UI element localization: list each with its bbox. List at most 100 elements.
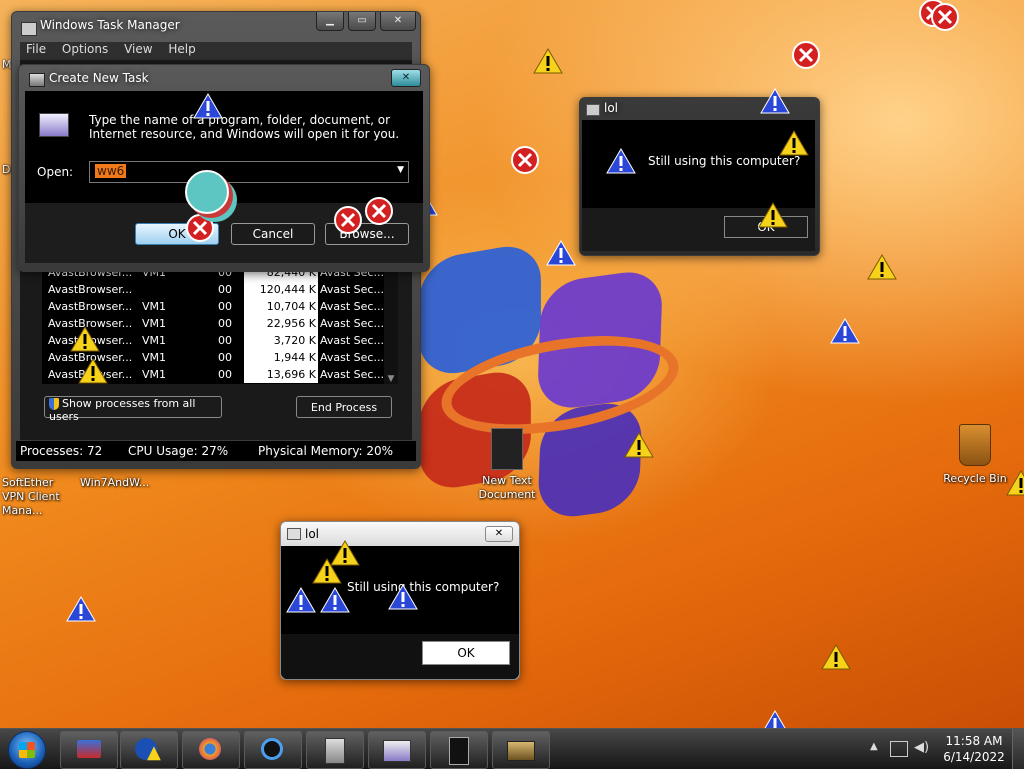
- dialog-message: Still using this computer?: [347, 580, 500, 594]
- calculator-icon: [325, 738, 345, 764]
- open-label: Open:: [37, 165, 74, 179]
- table-row[interactable]: AvastBrowser... 00 120,444 K Avast Sec...: [42, 281, 394, 298]
- desktop-icon-label: New Text Document: [478, 474, 536, 501]
- open-combobox[interactable]: ww6 ▼: [89, 161, 409, 183]
- scrollbar[interactable]: ▼: [384, 264, 398, 384]
- process-description-cell: Avast Sec...: [320, 317, 384, 330]
- clock-date: 6/14/2022: [943, 750, 1005, 764]
- process-description-cell: Avast Sec...: [320, 334, 384, 347]
- info-warning-icon: [546, 240, 576, 266]
- network-icon[interactable]: [890, 741, 908, 757]
- end-process-button[interactable]: End Process: [296, 396, 392, 418]
- info-warning-icon: [286, 587, 316, 613]
- process-memory-cell: 22,956 K: [244, 315, 318, 332]
- taskbar-media-player[interactable]: ▲: [120, 731, 178, 769]
- menu-help[interactable]: Help: [168, 42, 195, 56]
- app-icon: [586, 104, 600, 116]
- status-cpu: CPU Usage: 27%: [128, 444, 229, 458]
- ok-button[interactable]: OK: [422, 641, 510, 665]
- info-warning-icon: [764, 710, 786, 728]
- error-icon: [931, 3, 959, 31]
- start-button[interactable]: [8, 731, 46, 769]
- run-icon: [383, 740, 411, 762]
- app-icon: [287, 528, 301, 540]
- notepad-icon: [449, 737, 469, 765]
- desktop-icon-win7andw[interactable]: Win7AndW...: [80, 476, 160, 490]
- shield-icon: [49, 398, 59, 410]
- process-name-cell: AvastBrowser...: [48, 283, 133, 296]
- warning-icon: [533, 48, 563, 74]
- explorer-icon: [77, 740, 101, 758]
- warning-icon: [758, 202, 788, 228]
- run-icon: [29, 73, 45, 87]
- close-button[interactable]: ✕: [485, 526, 513, 542]
- dialog-title: lol: [604, 101, 619, 115]
- minimize-button[interactable]: ▁: [316, 12, 344, 31]
- tray-chevron-icon[interactable]: ▲: [870, 741, 878, 752]
- error-icon: [792, 41, 820, 69]
- desktop-icon-new-text-document[interactable]: New Text Document: [474, 428, 540, 502]
- taskbar-vpn[interactable]: [244, 731, 302, 769]
- process-memory-cell: 3,720 K: [244, 332, 318, 349]
- chevron-down-icon[interactable]: ▼: [397, 165, 404, 175]
- process-name-cell: AvastBrowser...: [48, 300, 133, 313]
- warning-icon: [70, 326, 100, 352]
- clock-time: 11:58 AM: [945, 734, 1003, 748]
- program-icon: [39, 113, 69, 137]
- menu-options[interactable]: Options: [62, 42, 108, 56]
- process-user-cell: VM1: [142, 368, 167, 381]
- cancel-button[interactable]: Cancel: [231, 223, 315, 245]
- scroll-down-arrow[interactable]: ▼: [384, 374, 398, 384]
- error-icon: [334, 206, 362, 234]
- show-all-processes-button[interactable]: Show processes from all users: [44, 396, 222, 423]
- menu-file[interactable]: File: [26, 42, 46, 56]
- desktop-icon-recycle-bin[interactable]: Recycle Bin: [942, 424, 1008, 486]
- warning-icon: [78, 358, 108, 384]
- info-warning-icon: [66, 596, 96, 622]
- table-row[interactable]: AvastBrowser... VM1 00 10,704 K Avast Sec...: [42, 298, 394, 315]
- taskbar-notepad[interactable]: [430, 731, 488, 769]
- open-input[interactable]: ww6: [95, 164, 127, 178]
- volume-icon[interactable]: ◀): [914, 740, 929, 755]
- status-memory: Physical Memory: 20%: [258, 444, 394, 458]
- desktop-icon-softether[interactable]: SoftEther VPN Client Mana...: [2, 476, 74, 518]
- title-bar: lol ✕: [281, 522, 519, 547]
- dialog-description: Type the name of a program, folder, docu…: [89, 113, 400, 141]
- desktop-icon-label: Recycle Bin: [943, 472, 1007, 485]
- process-user-cell: VM1: [142, 300, 167, 313]
- process-description-cell: Avast Sec...: [320, 368, 384, 381]
- process-cpu-cell: 00: [218, 317, 232, 330]
- process-user-cell: VM1: [142, 317, 167, 330]
- desktop-label-d: D: [2, 163, 11, 176]
- warning-icon: [312, 558, 342, 584]
- taskbar-calculator[interactable]: [306, 731, 364, 769]
- info-warning-icon: [193, 93, 223, 119]
- process-description-cell: Avast Sec...: [320, 283, 384, 296]
- dialog-title: Create New Task: [49, 71, 149, 85]
- clock[interactable]: 11:58 AM 6/14/2022: [940, 733, 1008, 765]
- menu-view[interactable]: View: [124, 42, 152, 56]
- taskbar-explorer[interactable]: [60, 731, 118, 769]
- process-user-cell: VM1: [142, 351, 167, 364]
- task-manager-icon: [21, 22, 37, 36]
- warning-icon: [821, 644, 851, 670]
- firefox-icon: [199, 738, 221, 760]
- status-bar: Processes: 72 CPU Usage: 27% Physical Me…: [16, 441, 416, 461]
- taskbar-firefox[interactable]: [182, 731, 240, 769]
- status-processes: Processes: 72: [20, 444, 103, 458]
- create-new-task-dialog[interactable]: Create New Task ✕ Type the name of a pro…: [18, 64, 430, 272]
- process-cpu-cell: 00: [218, 334, 232, 347]
- close-button[interactable]: ✕: [380, 12, 416, 31]
- taskbar-task-manager[interactable]: [492, 731, 550, 769]
- process-memory-cell: 10,704 K: [244, 298, 318, 315]
- show-all-processes-label: Show processes from all users: [49, 397, 196, 423]
- info-warning-icon: [760, 88, 790, 114]
- dialog-title: lol: [305, 527, 320, 541]
- process-description-cell: Avast Sec...: [320, 300, 384, 313]
- process-cpu-cell: 00: [218, 351, 232, 364]
- taskbar-run[interactable]: [368, 731, 426, 769]
- maximize-button[interactable]: ▭: [348, 12, 376, 31]
- close-button[interactable]: ✕: [391, 69, 421, 87]
- show-desktop-button[interactable]: [1012, 729, 1024, 769]
- lol-dialog-1[interactable]: lol Still using this computer? OK: [579, 97, 820, 256]
